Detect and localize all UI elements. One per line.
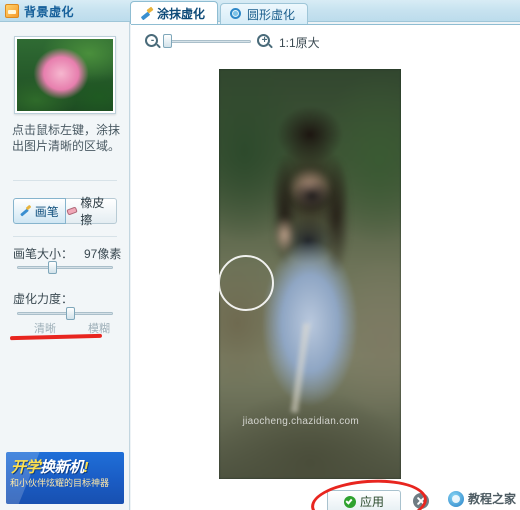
annotation-red-line bbox=[9, 333, 103, 341]
zoom-slider-knob[interactable] bbox=[163, 34, 172, 48]
tool-button-group: 画笔 橡皮擦 bbox=[13, 196, 117, 227]
zoom-toolbar: - + 1:1原大 bbox=[131, 25, 520, 57]
zoom-out-icon[interactable]: - bbox=[145, 34, 158, 47]
zoom-level-label: 1:1原大 bbox=[279, 36, 320, 50]
zoom-in-icon[interactable]: + bbox=[257, 34, 270, 47]
ad-title-part2: 换新机 bbox=[40, 459, 84, 476]
zoom-slider-track[interactable] bbox=[163, 40, 251, 43]
brush-size-label: 画笔大小： bbox=[13, 247, 74, 261]
window-title: 背景虚化 bbox=[24, 5, 75, 19]
background-blur-window: 背景虚化 涂抹虚化 圆形虚化 点击鼠标左键，涂抹出图片清晰的区域。 画笔 橡皮擦 bbox=[0, 0, 520, 510]
brush-icon bbox=[140, 7, 153, 20]
usage-hint: 点击鼠标左键，涂抹出图片清晰的区域。 bbox=[12, 123, 121, 153]
watermark-logo-icon bbox=[447, 490, 464, 507]
close-icon[interactable] bbox=[413, 493, 429, 509]
tab-circle-blur[interactable]: 圆形虚化 bbox=[220, 3, 309, 24]
tab-smear-blur[interactable]: 涂抹虚化 bbox=[130, 1, 219, 24]
ad-banner[interactable]: 开学换新机! 和小伙伴炫耀的目标神器 bbox=[6, 452, 124, 504]
watermark-brand: 教程之家 bbox=[467, 492, 516, 506]
brush-size-value: 97像素 bbox=[84, 247, 122, 261]
thumbnail-image bbox=[17, 39, 113, 111]
divider-top bbox=[13, 180, 117, 181]
ad-title: 开学换新机! bbox=[11, 456, 88, 477]
watermark: 教程之家 bbox=[447, 490, 516, 507]
watermark-url: jiaocheng.chazidian.com bbox=[242, 416, 359, 427]
circle-icon bbox=[230, 7, 243, 21]
divider-mid bbox=[13, 236, 117, 237]
ad-subtitle: 和小伙伴炫耀的目标神器 bbox=[10, 478, 110, 488]
tab-bar: 涂抹虚化 圆形虚化 bbox=[130, 0, 309, 24]
apply-button-label: 应用 bbox=[359, 495, 384, 509]
thumbnail-frame[interactable] bbox=[14, 36, 116, 114]
pen-tool-label: 画笔 bbox=[34, 204, 59, 219]
ad-title-part3: ! bbox=[83, 459, 89, 476]
apply-button[interactable]: 应用 bbox=[327, 490, 401, 510]
brush-cursor-circle bbox=[219, 255, 274, 311]
brush-size-slider-track[interactable] bbox=[17, 266, 113, 269]
blur-strength-label: 虚化力度： bbox=[13, 292, 74, 306]
tab-smear-blur-label: 涂抹虚化 bbox=[157, 6, 206, 21]
check-icon bbox=[343, 495, 356, 508]
app-icon bbox=[5, 4, 19, 18]
blur-min-label: 清晰 bbox=[34, 323, 56, 335]
tab-circle-blur-label: 圆形虚化 bbox=[247, 7, 296, 22]
eraser-icon bbox=[66, 205, 78, 217]
left-panel: 点击鼠标左键，涂抹出图片清晰的区域。 画笔 橡皮擦 画笔大小： 97像素 虚化力… bbox=[0, 22, 130, 510]
photo-detail-arm bbox=[273, 216, 296, 254]
ad-title-part1: 开学 bbox=[11, 459, 41, 476]
photo-detail-camera bbox=[291, 179, 332, 213]
image-canvas[interactable]: jiaocheng.chazidian.com bbox=[219, 69, 401, 479]
blur-strength-slider-track[interactable] bbox=[17, 312, 113, 315]
blur-strength-slider-knob[interactable] bbox=[66, 307, 75, 320]
main-area: - + 1:1原大 jiaocheng.chazidian.com 应用 教程之… bbox=[131, 24, 520, 510]
eraser-tool-label: 橡皮擦 bbox=[80, 196, 105, 227]
brush-size-slider-knob[interactable] bbox=[48, 261, 57, 274]
eraser-tool-button[interactable]: 橡皮擦 bbox=[65, 196, 117, 227]
pen-tool-button[interactable]: 画笔 bbox=[13, 198, 66, 224]
pen-icon bbox=[20, 205, 32, 217]
